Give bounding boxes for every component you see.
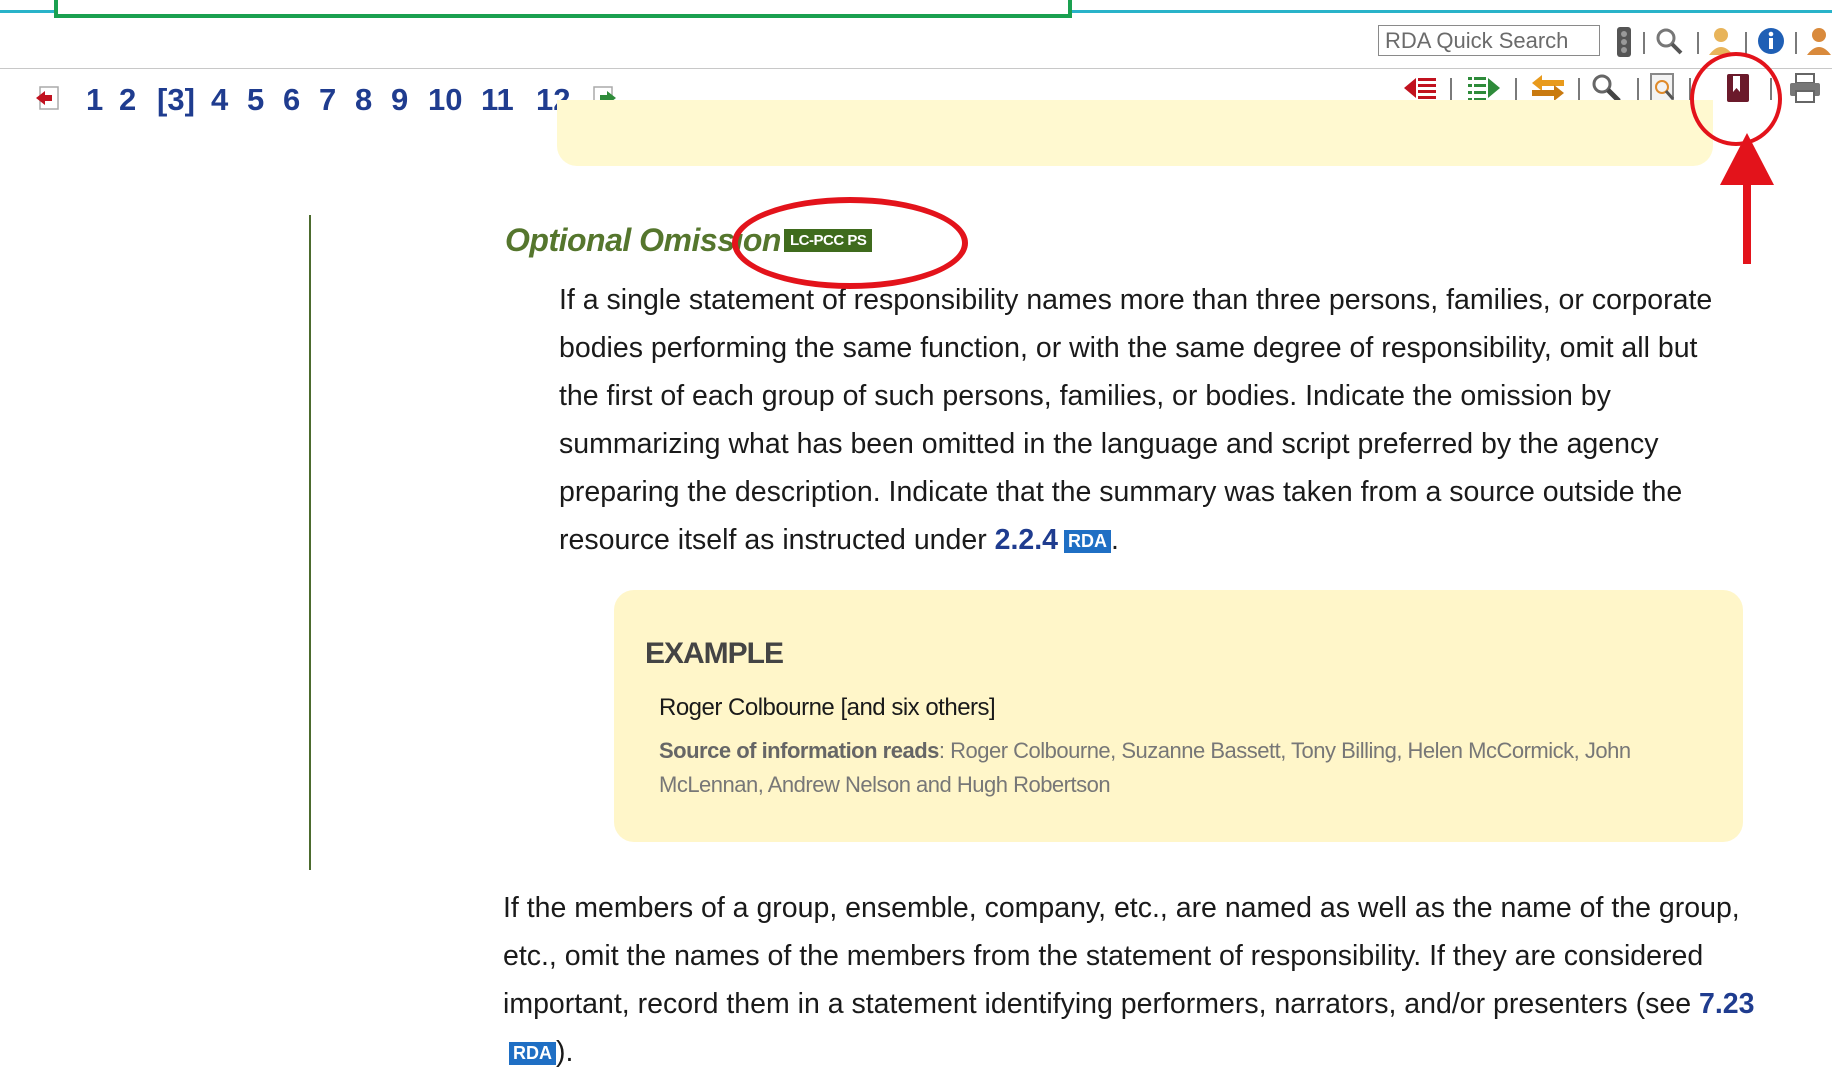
rda-link-badge[interactable]: RDA: [509, 1042, 556, 1065]
page-link-11[interactable]: 11: [481, 82, 514, 118]
page-link-7[interactable]: 7: [319, 82, 336, 118]
toc-forward-icon[interactable]: [1466, 73, 1502, 103]
page-link-2[interactable]: 2: [119, 82, 136, 118]
paragraph-text: If a single statement of responsibility …: [559, 284, 1713, 556]
members-text: If the members of a group, ensemble, com…: [503, 884, 1763, 1076]
paragraph-end: ).: [556, 1036, 574, 1068]
separator: [1637, 78, 1639, 100]
page-link-current: [3]: [157, 82, 195, 117]
optional-omission-text: If a single statement of responsibility …: [559, 276, 1739, 564]
highlight-box: [54, 0, 1072, 18]
separator: [1643, 32, 1645, 54]
user-icon[interactable]: [1806, 25, 1832, 57]
page-link-4[interactable]: 4: [211, 82, 228, 118]
print-icon[interactable]: [1788, 72, 1822, 104]
page-link-1[interactable]: 1: [86, 82, 103, 118]
source-label: Source of information reads: [659, 738, 939, 763]
example-transcription: Roger Colbourne [and six others]: [659, 694, 996, 721]
page-link-8[interactable]: 8: [355, 82, 372, 118]
example-source-note: Source of information reads: Roger Colbo…: [659, 734, 1699, 802]
rda-link-badge[interactable]: RDA: [1064, 530, 1112, 553]
separator: [1697, 32, 1699, 54]
paragraph-end: .: [1111, 524, 1119, 556]
toc-back-icon[interactable]: [1402, 73, 1438, 103]
separator: [1745, 32, 1747, 54]
info-icon[interactable]: [1756, 26, 1786, 56]
previous-page-icon[interactable]: [34, 85, 62, 113]
sync-icon[interactable]: [1530, 74, 1566, 102]
annotation-circle: [1690, 52, 1782, 146]
page-link-5[interactable]: 5: [247, 82, 264, 118]
rule-link-7-23[interactable]: 7.23: [1699, 988, 1754, 1020]
header-divider: [0, 68, 1832, 69]
previous-example-box: [557, 100, 1713, 166]
separator: [1795, 32, 1797, 54]
separator: [1450, 78, 1452, 100]
magnifier-icon[interactable]: [1654, 26, 1684, 56]
annotation-arrow-shaft: [1743, 160, 1751, 264]
page-link-9[interactable]: 9: [391, 82, 408, 118]
change-bar: [309, 215, 311, 870]
rda-quick-search-input[interactable]: [1378, 25, 1600, 56]
separator: [1578, 78, 1580, 100]
traffic-light-icon[interactable]: [1612, 26, 1636, 58]
page-link-10[interactable]: 10: [428, 82, 462, 118]
rule-link-2-2-4[interactable]: 2.2.4: [995, 524, 1058, 556]
annotation-ellipse: [732, 197, 968, 289]
paragraph-text: If the members of a group, ensemble, com…: [503, 892, 1740, 1020]
page-link-6[interactable]: 6: [283, 82, 300, 118]
separator: [1515, 78, 1517, 100]
example-heading: EXAMPLE: [645, 637, 784, 670]
